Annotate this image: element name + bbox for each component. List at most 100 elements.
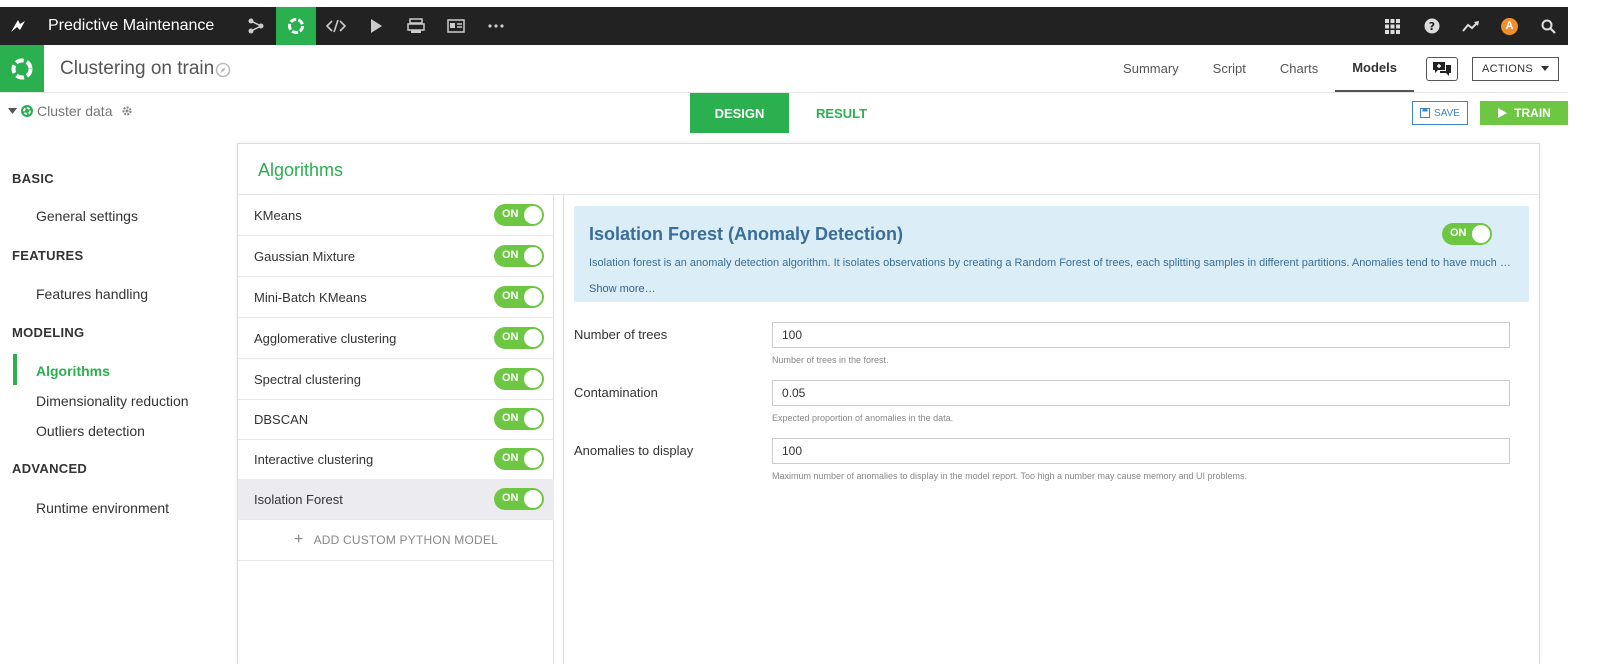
toggle-knob [524,370,542,388]
toggle-label: ON [1450,227,1467,239]
algorithm-name: Spectral clustering [254,371,361,387]
lab-icon[interactable] [276,7,316,45]
algorithm-toggle[interactable]: ON [494,408,544,430]
tab-charts[interactable]: Charts [1263,45,1335,92]
algorithms-panel: Algorithms KMeans ON Gaussian Mixture ON… [237,143,1540,664]
compass-icon[interactable] [215,62,231,83]
tab-models[interactable]: Models [1335,45,1414,92]
toggle-label: ON [502,452,519,464]
sidebar-item-general-settings[interactable]: General settings [36,208,138,224]
toggle-knob [524,329,542,347]
panel-title: Algorithms [258,160,344,180]
algorithm-row-spectral[interactable]: Spectral clustering ON [238,359,554,400]
actions-label: ACTIONS [1482,62,1533,75]
discussion-icon [1433,61,1451,76]
sidebar-item-runtime-environment[interactable]: Runtime environment [36,500,169,516]
algorithm-toggle[interactable]: ON [494,245,544,267]
sidebar-item-features-handling[interactable]: Features handling [36,286,148,302]
algorithm-row-gaussian-mixture[interactable]: Gaussian Mixture ON [238,236,554,277]
tab-script[interactable]: Script [1196,45,1263,92]
param-label-contamination: Contamination [574,385,658,400]
bird-logo-icon[interactable] [0,7,36,45]
toggle-knob [524,410,542,428]
algorithm-toggle[interactable]: ON [494,327,544,349]
toggle-knob [1472,225,1490,243]
toggle-knob [524,450,542,468]
caret-down-icon [1541,66,1549,71]
show-more-link[interactable]: Show more… [589,283,656,295]
algorithm-toggle[interactable]: ON [494,368,544,390]
algorithm-row-mini-batch-kmeans[interactable]: Mini-Batch KMeans ON [238,277,554,318]
train-button[interactable]: TRAIN [1480,101,1568,125]
algorithm-name: Mini-Batch KMeans [254,289,367,305]
analysis-header: Clustering on train Summary Script Chart… [0,45,1568,93]
add-custom-python-model-button[interactable]: + ADD CUSTOM PYTHON MODEL [238,519,554,561]
algorithm-toggle[interactable]: ON [494,286,544,308]
cluster-data-label: Cluster data [37,103,113,119]
param-label-anomalies-to-display: Anomalies to display [574,443,694,458]
section-advanced: ADVANCED [12,461,88,476]
number-of-trees-input[interactable]: 100 [772,322,1510,348]
dashboard-icon[interactable] [436,7,476,45]
contamination-input[interactable]: 0.05 [772,380,1510,406]
deploy-icon[interactable] [396,7,436,45]
page-title: Clustering on train [60,58,215,79]
train-label: TRAIN [1514,106,1551,120]
toggle-knob [524,288,542,306]
avatar-container[interactable]: A [1490,7,1529,45]
toggle-label: ON [502,412,519,424]
more-icon[interactable] [476,7,516,45]
design-sidebar: BASIC General settings FEATURES Features… [0,133,230,664]
apps-grid-icon[interactable] [1373,7,1412,45]
gear-icon[interactable] [121,105,133,117]
section-basic: BASIC [12,171,54,186]
param-help: Number of trees in the forest. [772,355,889,365]
add-custom-label: ADD CUSTOM PYTHON MODEL [313,532,498,547]
param-help: Maximum number of anomalies to display i… [772,471,1248,481]
actions-dropdown[interactable]: ACTIONS [1472,56,1559,81]
activity-icon[interactable] [1451,7,1490,45]
algorithm-detail-toggle[interactable]: ON [1442,223,1492,245]
algorithm-toggle[interactable]: ON [494,204,544,226]
algorithm-row-agglomerative[interactable]: Agglomerative clustering ON [238,318,554,359]
toggle-label: ON [502,249,519,261]
sidebar-item-algorithms[interactable]: Algorithms [36,363,110,379]
toggle-knob [524,247,542,265]
algorithm-row-isolation-forest[interactable]: Isolation Forest ON [238,479,554,520]
cluster-data-breadcrumb[interactable]: Cluster data [8,103,133,119]
algorithm-list: KMeans ON Gaussian Mixture ON Mini-Batch… [238,195,554,664]
algorithm-row-dbscan[interactable]: DBSCAN ON [238,399,554,440]
project-name[interactable]: Predictive Maintenance [48,17,236,35]
algorithm-name: Gaussian Mixture [254,248,356,264]
tab-result[interactable]: RESULT [792,93,891,133]
play-icon[interactable] [356,7,396,45]
toggle-knob [524,490,542,508]
algorithm-toggle[interactable]: ON [494,488,544,510]
caret-down-icon [8,108,17,114]
flow-icon[interactable] [236,7,276,45]
section-modeling: MODELING [12,325,85,340]
algorithm-name: Agglomerative clustering [254,330,397,346]
design-header: Cluster data DESIGN RESULT SAVE TRAIN [0,93,1568,133]
anomalies-to-display-input[interactable]: 100 [772,438,1510,464]
algorithm-row-interactive[interactable]: Interactive clustering ON [238,439,554,480]
search-icon[interactable] [1529,7,1568,45]
sidebar-item-outliers-detection[interactable]: Outliers detection [36,423,145,439]
algorithm-row-kmeans[interactable]: KMeans ON [238,195,554,236]
param-label-number-of-trees: Number of trees [574,327,668,342]
lab-logo-icon [0,45,44,92]
algorithm-detail-box: Isolation Forest (Anomaly Detection) ON … [574,206,1529,302]
save-button[interactable]: SAVE [1412,101,1468,125]
toggle-label: ON [502,492,519,504]
algorithm-name: Isolation Forest [254,491,343,507]
tab-summary[interactable]: Summary [1106,45,1196,92]
tab-design[interactable]: DESIGN [690,93,789,133]
sidebar-item-dimensionality-reduction[interactable]: Dimensionality reduction [36,393,189,409]
help-icon[interactable]: ? [1412,7,1451,45]
algorithm-name: DBSCAN [254,411,309,427]
avatar[interactable]: A [1501,17,1518,35]
code-icon[interactable] [316,7,356,45]
algorithm-toggle[interactable]: ON [494,448,544,470]
play-icon [1498,108,1508,118]
discussions-button[interactable] [1426,56,1458,81]
